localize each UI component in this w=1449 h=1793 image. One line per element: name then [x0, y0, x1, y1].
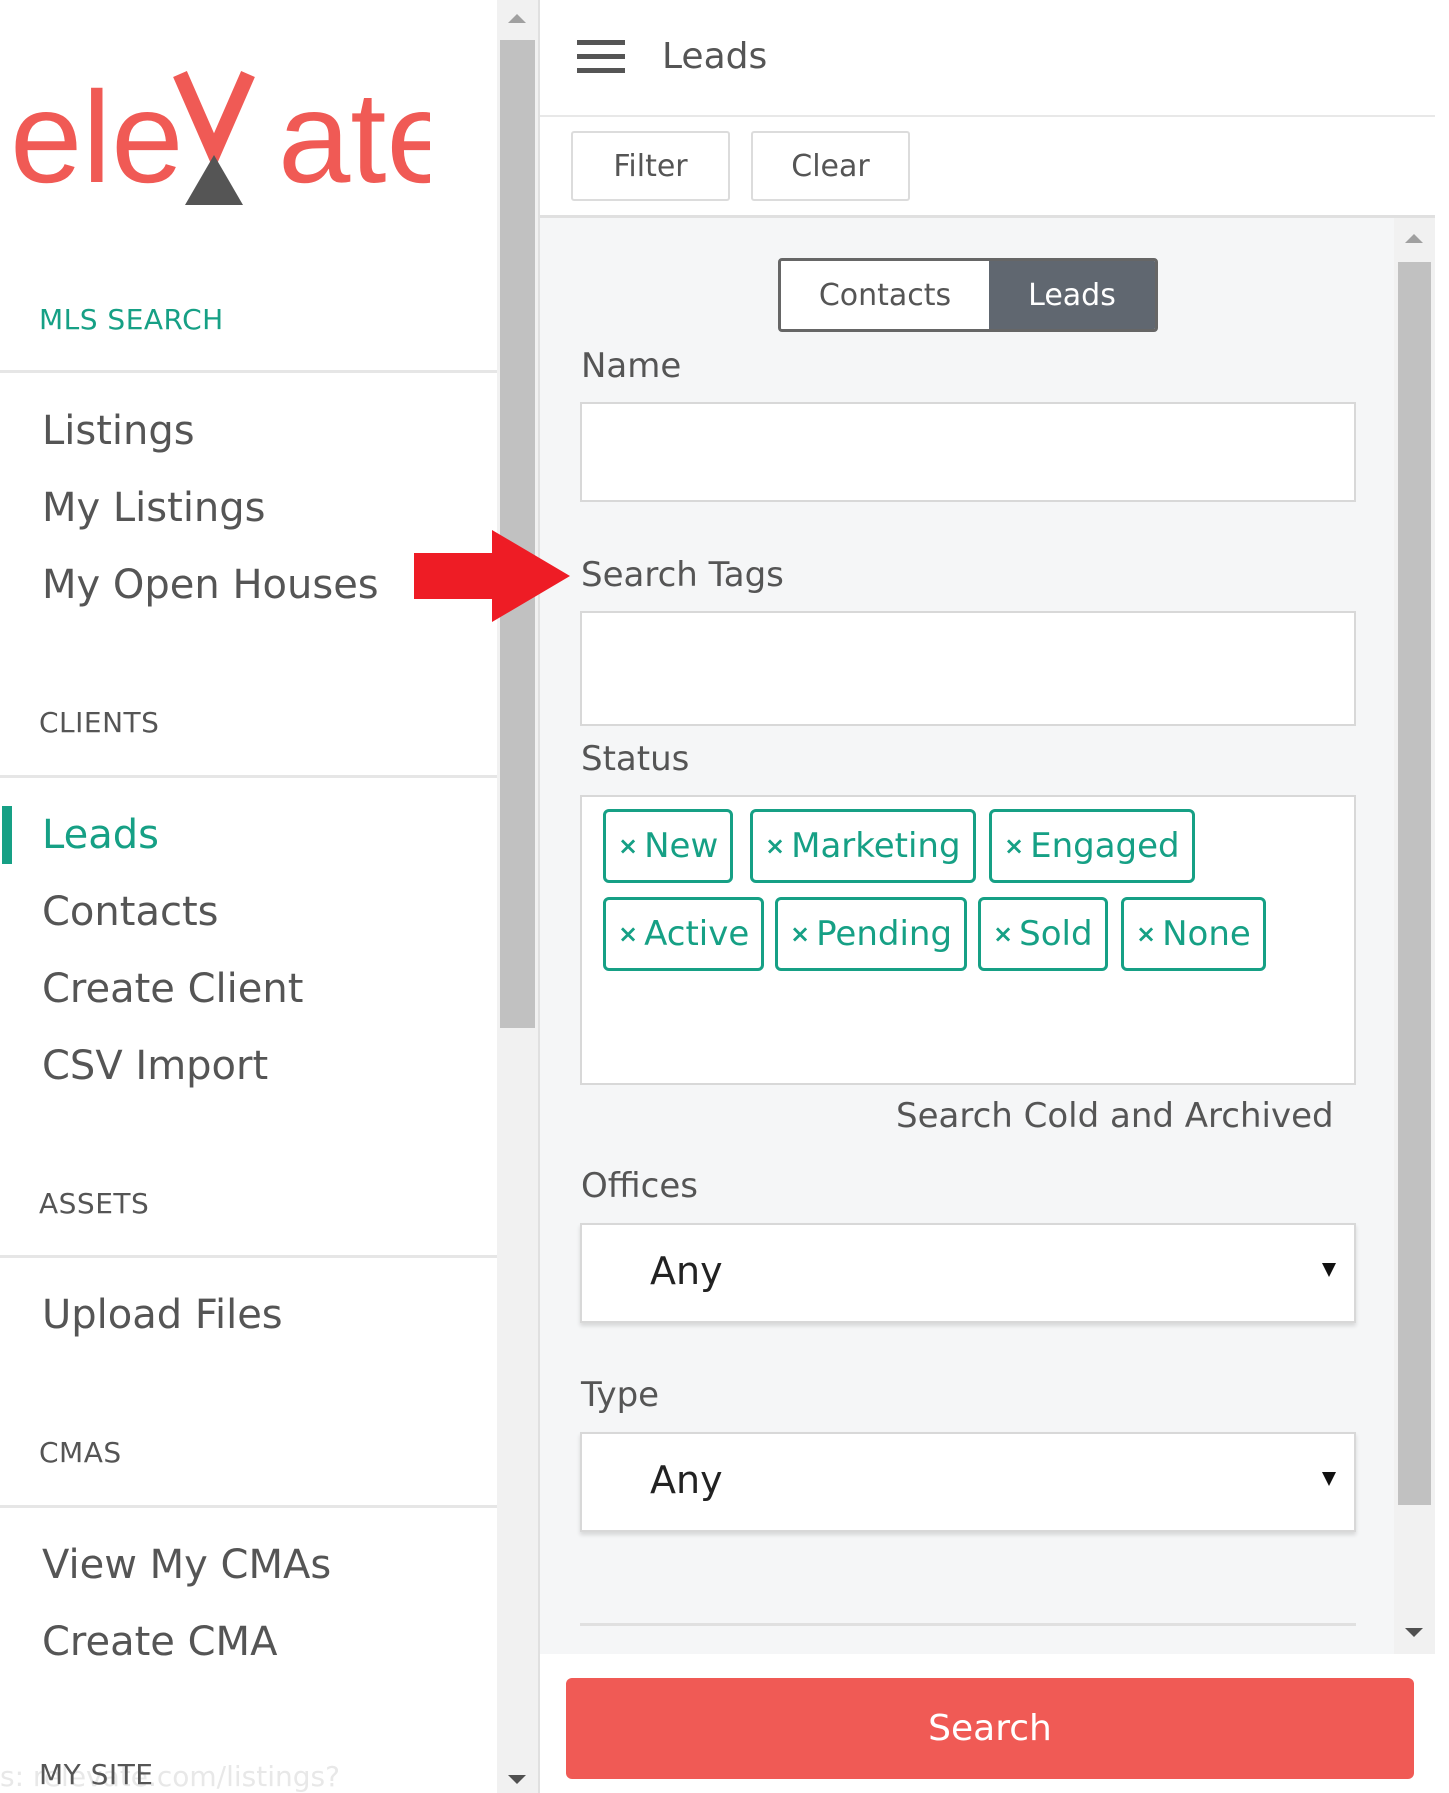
name-label: Name — [581, 346, 682, 386]
dropdown-caret-icon — [1322, 1263, 1336, 1277]
sidebar: ele ate MLS SEARCH Listings My Listings … — [0, 0, 497, 1793]
search-tags-input[interactable] — [580, 611, 1356, 726]
status-tag-label: Active — [644, 914, 750, 954]
contacts-leads-toggle: Contacts Leads — [778, 258, 1158, 332]
filter-panel-scrollbar[interactable] — [1394, 218, 1435, 1654]
filter-toolbar: Filter Clear — [540, 117, 1449, 218]
scroll-down-arrow-icon[interactable] — [1405, 1628, 1423, 1637]
window-edge — [1435, 0, 1449, 1793]
close-icon[interactable]: × — [1136, 920, 1156, 948]
sidebar-item-listings[interactable]: Listings — [42, 408, 195, 454]
hamburger-menu-icon[interactable] — [577, 40, 625, 76]
annotation-red-arrow — [414, 530, 570, 622]
search-tags-label: Search Tags — [581, 555, 784, 595]
elevate-logo[interactable]: ele ate — [10, 60, 430, 210]
status-tag-active: × Active — [603, 897, 765, 971]
toggle-leads[interactable]: Leads — [989, 261, 1155, 329]
status-tag-label: New — [644, 826, 719, 866]
page-title: Leads — [662, 36, 768, 77]
status-tag-marketing: × Marketing — [750, 809, 976, 883]
status-tag-input[interactable]: × New × Marketing × Engaged × Active × P… — [580, 795, 1356, 1085]
svg-text:ate: ate — [278, 64, 430, 210]
section-heading-clients: CLIENTS — [39, 706, 160, 739]
status-tag-label: Pending — [816, 914, 953, 954]
sidebar-scrollbar[interactable] — [497, 0, 538, 1793]
type-select[interactable]: Any — [580, 1432, 1356, 1532]
close-icon[interactable]: × — [1004, 832, 1024, 860]
section-heading-assets: ASSETS — [39, 1187, 150, 1220]
toggle-contacts[interactable]: Contacts — [781, 261, 989, 329]
sidebar-item-leads[interactable]: Leads — [42, 812, 159, 858]
close-icon[interactable]: × — [618, 920, 638, 948]
section-heading-my-site: MY SITE — [39, 1758, 154, 1791]
type-select-value: Any — [650, 1458, 723, 1502]
offices-select-value: Any — [650, 1249, 723, 1293]
status-label: Status — [581, 739, 690, 779]
filter-button[interactable]: Filter — [571, 131, 730, 201]
status-tag-label: None — [1162, 914, 1251, 954]
svg-text:ele: ele — [10, 64, 183, 210]
divider — [0, 775, 497, 778]
sidebar-item-my-open-houses[interactable]: My Open Houses — [42, 562, 379, 608]
close-icon[interactable]: × — [993, 920, 1013, 948]
status-tag-label: Sold — [1019, 914, 1093, 954]
divider — [0, 1505, 497, 1508]
sidebar-item-my-listings[interactable]: My Listings — [42, 485, 266, 531]
sidebar-item-create-cma[interactable]: Create CMA — [42, 1619, 277, 1665]
type-label: Type — [581, 1375, 660, 1415]
close-icon[interactable]: × — [790, 920, 810, 948]
section-heading-cmas: CMAS — [39, 1436, 122, 1469]
sidebar-item-upload-files[interactable]: Upload Files — [42, 1292, 283, 1338]
top-bar: Leads — [540, 0, 1449, 117]
active-indicator — [2, 806, 12, 864]
divider — [580, 1623, 1356, 1626]
close-icon[interactable]: × — [765, 832, 785, 860]
sidebar-item-csv-import[interactable]: CSV Import — [42, 1043, 268, 1089]
search-cold-archived-toggle[interactable]: Search Cold and Archived — [896, 1096, 1334, 1136]
status-tag-pending: × Pending — [775, 897, 968, 971]
offices-select[interactable]: Any — [580, 1223, 1356, 1323]
status-tag-engaged: × Engaged — [989, 809, 1195, 883]
sidebar-item-view-my-cmas[interactable]: View My CMAs — [42, 1542, 331, 1588]
dropdown-caret-icon — [1322, 1472, 1336, 1486]
status-tag-sold: × Sold — [978, 897, 1108, 971]
name-input[interactable] — [580, 402, 1356, 502]
sidebar-item-contacts[interactable]: Contacts — [42, 889, 218, 935]
status-tag-label: Marketing — [791, 826, 961, 866]
status-tag-label: Engaged — [1030, 826, 1180, 866]
scroll-down-arrow-icon[interactable] — [508, 1775, 526, 1784]
sidebar-item-create-client[interactable]: Create Client — [42, 966, 303, 1012]
scroll-up-arrow-icon[interactable] — [1405, 234, 1423, 243]
filter-panel-scrollbar-thumb[interactable] — [1398, 262, 1431, 1505]
status-tag-none: × None — [1121, 897, 1266, 971]
close-icon[interactable]: × — [618, 832, 638, 860]
search-button[interactable]: Search — [566, 1678, 1414, 1779]
clear-button[interactable]: Clear — [751, 131, 910, 201]
filter-panel: Contacts Leads Name Search Tags Status ×… — [540, 218, 1449, 1654]
scroll-up-arrow-icon[interactable] — [508, 14, 526, 23]
offices-label: Offices — [581, 1166, 698, 1206]
divider — [0, 1255, 497, 1258]
divider — [0, 370, 497, 373]
status-tag-new: × New — [603, 809, 734, 883]
section-heading-mls-search: MLS SEARCH — [39, 303, 224, 336]
